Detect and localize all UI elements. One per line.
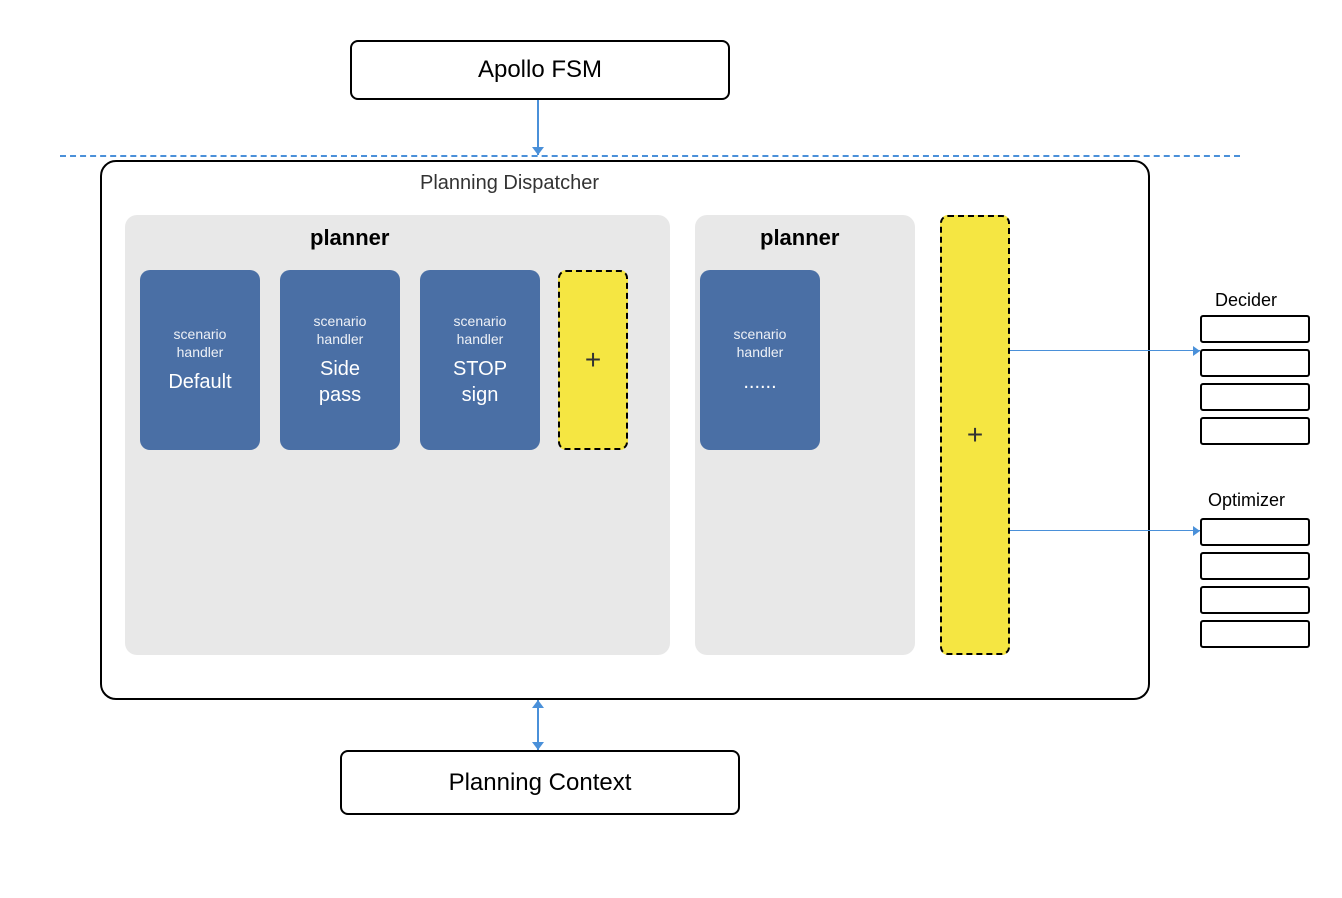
scenario-handler-sidepass-main: Sidepass — [319, 356, 361, 408]
planner-right-label: planner — [760, 225, 839, 251]
optimizer-item-2 — [1200, 552, 1310, 580]
scenario-handler-dots: scenariohandler ...... — [700, 270, 820, 450]
scenario-handler-stop-top: scenariohandler — [454, 312, 507, 348]
scenario-handler-sidepass: scenariohandler Sidepass — [280, 270, 400, 450]
scenario-handler-sidepass-top: scenariohandler — [314, 312, 367, 348]
optimizer-item-4 — [1200, 620, 1310, 648]
decider-item-1 — [1200, 315, 1310, 343]
planner-left-label: planner — [310, 225, 389, 251]
diagram: Apollo FSM Planning Dispatcher planner p… — [0, 0, 1342, 898]
decider-item-3 — [1200, 383, 1310, 411]
arrow-fsm-down — [537, 100, 539, 155]
scenario-handler-stop: scenariohandler STOPsign — [420, 270, 540, 450]
add-handler-right-box[interactable]: + — [940, 215, 1010, 655]
planning-dispatcher-label: Planning Dispatcher — [420, 172, 599, 195]
scenario-handler-default-main: Default — [168, 369, 231, 395]
planning-context-label: Planning Context — [449, 769, 632, 797]
decider-label: Decider — [1215, 290, 1277, 311]
scenario-handler-default: scenariohandler Default — [140, 270, 260, 450]
apollo-fsm-label: Apollo FSM — [478, 56, 602, 84]
add-right-icon: + — [967, 419, 983, 451]
optimizer-label: Optimizer — [1208, 490, 1285, 511]
add-left-icon: + — [585, 344, 601, 376]
scenario-handler-stop-main: STOPsign — [453, 356, 507, 408]
add-handler-left-box[interactable]: + — [558, 270, 628, 450]
optimizer-item-3 — [1200, 586, 1310, 614]
connector-to-optimizer — [1010, 530, 1200, 531]
connector-to-decider — [1010, 350, 1200, 351]
decider-item-2 — [1200, 349, 1310, 377]
optimizer-item-1 — [1200, 518, 1310, 546]
scenario-handler-dots-top: scenariohandler — [734, 325, 787, 361]
scenario-handler-dots-main: ...... — [743, 369, 776, 395]
dashed-separator-line — [60, 155, 1240, 157]
decider-item-4 — [1200, 417, 1310, 445]
scenario-handler-default-top: scenariohandler — [174, 325, 227, 361]
arrow-planning-context — [537, 700, 539, 750]
optimizer-stack — [1200, 518, 1310, 648]
decider-stack — [1200, 315, 1310, 445]
planning-context-box: Planning Context — [340, 750, 740, 815]
apollo-fsm-box: Apollo FSM — [350, 40, 730, 100]
